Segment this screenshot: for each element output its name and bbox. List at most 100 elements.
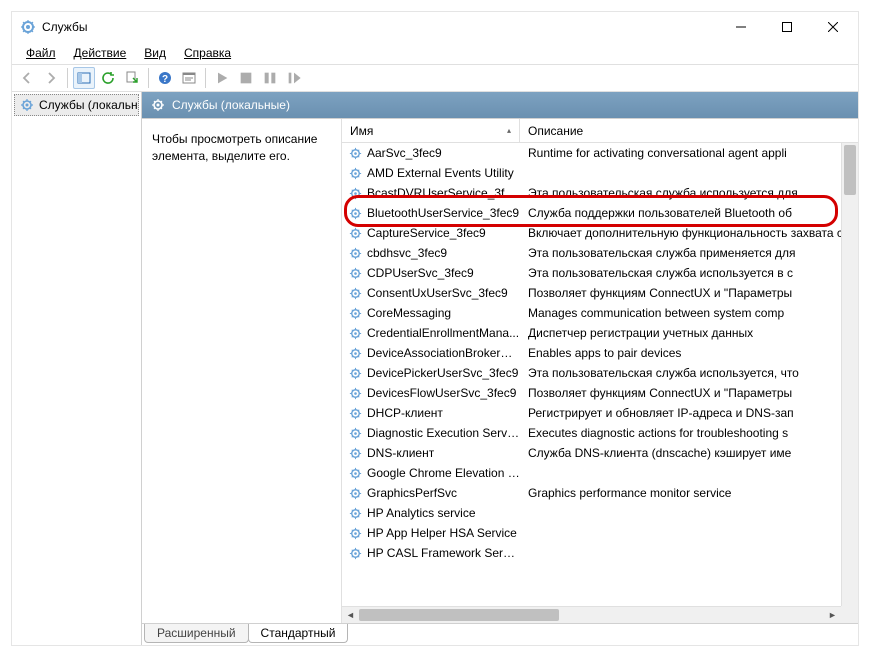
horizontal-scrollbar[interactable]: ◄ ► bbox=[342, 606, 841, 623]
show-hide-tree-button[interactable] bbox=[73, 67, 95, 89]
local-header: Службы (локальные) bbox=[142, 92, 858, 118]
service-row[interactable]: DevicePickerUserSvc_3fec9Эта пользовател… bbox=[342, 363, 858, 383]
service-row[interactable]: GraphicsPerfSvcGraphics performance moni… bbox=[342, 483, 858, 503]
service-name: CDPUserSvc_3fec9 bbox=[367, 266, 474, 280]
gear-icon bbox=[348, 366, 363, 381]
start-service-button[interactable] bbox=[211, 67, 233, 89]
service-description: Позволяет функциям ConnectUX и "Параметр… bbox=[520, 386, 858, 400]
menu-view[interactable]: Вид bbox=[136, 44, 174, 62]
svg-text:?: ? bbox=[162, 74, 168, 85]
service-description: Служба DNS-клиента (dnscache) кэширует и… bbox=[520, 446, 858, 460]
service-description: Регистрирует и обновляет IP-адреса и DNS… bbox=[520, 406, 858, 420]
tab-standard[interactable]: Стандартный bbox=[248, 624, 349, 643]
menu-action[interactable]: Действие bbox=[66, 44, 135, 62]
stop-service-button[interactable] bbox=[235, 67, 257, 89]
gear-icon bbox=[348, 286, 363, 301]
service-row[interactable]: DNS-клиент Служба DNS-клиента (dnscache) … bbox=[342, 443, 858, 463]
service-row[interactable]: cbdhsvc_3fec9 Эта пользовательская служба… bbox=[342, 243, 858, 263]
service-name: DevicePickerUserSvc_3fec9 bbox=[367, 366, 518, 380]
service-name: DevicesFlowUserSvc_3fec9 bbox=[367, 386, 516, 400]
service-description: Эта пользовательская служба применяется … bbox=[520, 246, 858, 260]
column-name[interactable]: Имя ▴ bbox=[342, 119, 520, 142]
scroll-right-icon[interactable]: ► bbox=[824, 607, 841, 624]
menu-file[interactable]: Файл bbox=[18, 44, 64, 62]
tree-root-label: Службы (локальные) bbox=[39, 98, 139, 112]
service-name: cbdhsvc_3fec9 bbox=[367, 246, 447, 260]
tab-extended[interactable]: Расширенный bbox=[144, 624, 249, 643]
toolbar: ? bbox=[12, 64, 858, 92]
refresh-button[interactable] bbox=[97, 67, 119, 89]
export-list-button[interactable] bbox=[121, 67, 143, 89]
service-row[interactable]: AMD External Events Utility bbox=[342, 163, 858, 183]
service-row[interactable]: AarSvc_3fec9 Runtime for activating conve… bbox=[342, 143, 858, 163]
pause-service-button[interactable] bbox=[259, 67, 281, 89]
service-row[interactable]: CoreMessaging Manages communication betwe… bbox=[342, 303, 858, 323]
service-name: ConsentUxUserSvc_3fec9 bbox=[367, 286, 508, 300]
service-name: DeviceAssociationBrokerSv... bbox=[367, 346, 520, 360]
gear-icon bbox=[348, 266, 363, 281]
gear-icon bbox=[348, 506, 363, 521]
gear-icon bbox=[348, 466, 363, 481]
service-row[interactable]: DHCP-клиент Регистрирует и обновляет IP-а… bbox=[342, 403, 858, 423]
sort-indicator-icon: ▴ bbox=[507, 126, 511, 135]
service-row[interactable]: Diagnostic Execution ServiceExecutes dia… bbox=[342, 423, 858, 443]
menubar: Файл Действие Вид Справка bbox=[12, 42, 858, 64]
service-name: CredentialEnrollmentMana... bbox=[367, 326, 519, 340]
gear-icon bbox=[348, 386, 363, 401]
service-name: DHCP-клиент bbox=[367, 406, 443, 420]
gear-icon bbox=[348, 186, 363, 201]
gear-icon bbox=[348, 246, 363, 261]
service-name: AMD External Events Utility bbox=[367, 166, 514, 180]
service-description: Диспетчер регистрации учетных данных bbox=[520, 326, 858, 340]
maximize-button[interactable] bbox=[764, 12, 810, 42]
scroll-left-icon[interactable]: ◄ bbox=[342, 607, 359, 624]
gear-icon bbox=[348, 426, 363, 441]
service-name: DNS-клиент bbox=[367, 446, 434, 460]
forward-button[interactable] bbox=[40, 67, 62, 89]
service-row[interactable]: BcastDVRUserService_3fec9Эта пользовател… bbox=[342, 183, 858, 203]
column-description[interactable]: Описание bbox=[520, 124, 858, 138]
tree-pane: Службы (локальные) bbox=[12, 92, 142, 645]
column-headers: Имя ▴ Описание bbox=[342, 119, 858, 143]
service-description: Позволяет функциям ConnectUX и "Параметр… bbox=[520, 286, 858, 300]
close-button[interactable] bbox=[810, 12, 856, 42]
gear-icon bbox=[348, 446, 363, 461]
service-name: AarSvc_3fec9 bbox=[367, 146, 442, 160]
services-list: Имя ▴ Описание AarSvc_3fec9 Runtime for a… bbox=[342, 119, 858, 623]
service-name: CoreMessaging bbox=[367, 306, 451, 320]
gear-icon bbox=[19, 97, 35, 113]
menu-help[interactable]: Справка bbox=[176, 44, 239, 62]
service-description: Enables apps to pair devices bbox=[520, 346, 858, 360]
service-name: CaptureService_3fec9 bbox=[367, 226, 486, 240]
service-name: HP App Helper HSA Service bbox=[367, 526, 517, 540]
service-description: Manages communication between system com… bbox=[520, 306, 858, 320]
service-name: GraphicsPerfSvc bbox=[367, 486, 457, 500]
service-row[interactable]: HP Analytics service bbox=[342, 503, 858, 523]
minimize-button[interactable] bbox=[718, 12, 764, 42]
restart-service-button[interactable] bbox=[283, 67, 305, 89]
service-row[interactable]: ConsentUxUserSvc_3fec9 Позволяет функциям… bbox=[342, 283, 858, 303]
service-row[interactable]: DeviceAssociationBrokerSv...Enables apps… bbox=[342, 343, 858, 363]
back-button[interactable] bbox=[16, 67, 38, 89]
service-row[interactable]: CaptureService_3fec9 Включает дополнитель… bbox=[342, 223, 858, 243]
service-name: BluetoothUserService_3fec9 bbox=[367, 206, 519, 220]
gear-icon bbox=[348, 306, 363, 321]
gear-icon bbox=[348, 526, 363, 541]
vertical-scrollbar[interactable] bbox=[841, 143, 858, 606]
service-description: Включает дополнительную функциональность… bbox=[520, 226, 858, 240]
service-description: Runtime for activating conversational ag… bbox=[520, 146, 858, 160]
help-button[interactable]: ? bbox=[154, 67, 176, 89]
service-name: HP CASL Framework Service bbox=[367, 546, 520, 560]
service-row[interactable]: CredentialEnrollmentMana...Диспетчер рег… bbox=[342, 323, 858, 343]
service-row[interactable]: DevicesFlowUserSvc_3fec9 Позволяет функци… bbox=[342, 383, 858, 403]
service-name: HP Analytics service bbox=[367, 506, 476, 520]
properties-button[interactable] bbox=[178, 67, 200, 89]
tree-root-services-local[interactable]: Службы (локальные) bbox=[14, 94, 139, 116]
service-row[interactable]: BluetoothUserService_3fec9Служба поддерж… bbox=[342, 203, 858, 223]
service-description: Эта пользовательская служба используется… bbox=[520, 366, 858, 380]
service-row[interactable]: HP App Helper HSA Service bbox=[342, 523, 858, 543]
service-name: Google Chrome Elevation S... bbox=[367, 466, 520, 480]
service-row[interactable]: Google Chrome Elevation S... bbox=[342, 463, 858, 483]
service-row[interactable]: CDPUserSvc_3fec9Эта пользовательская слу… bbox=[342, 263, 858, 283]
service-row[interactable]: HP CASL Framework Service bbox=[342, 543, 858, 563]
